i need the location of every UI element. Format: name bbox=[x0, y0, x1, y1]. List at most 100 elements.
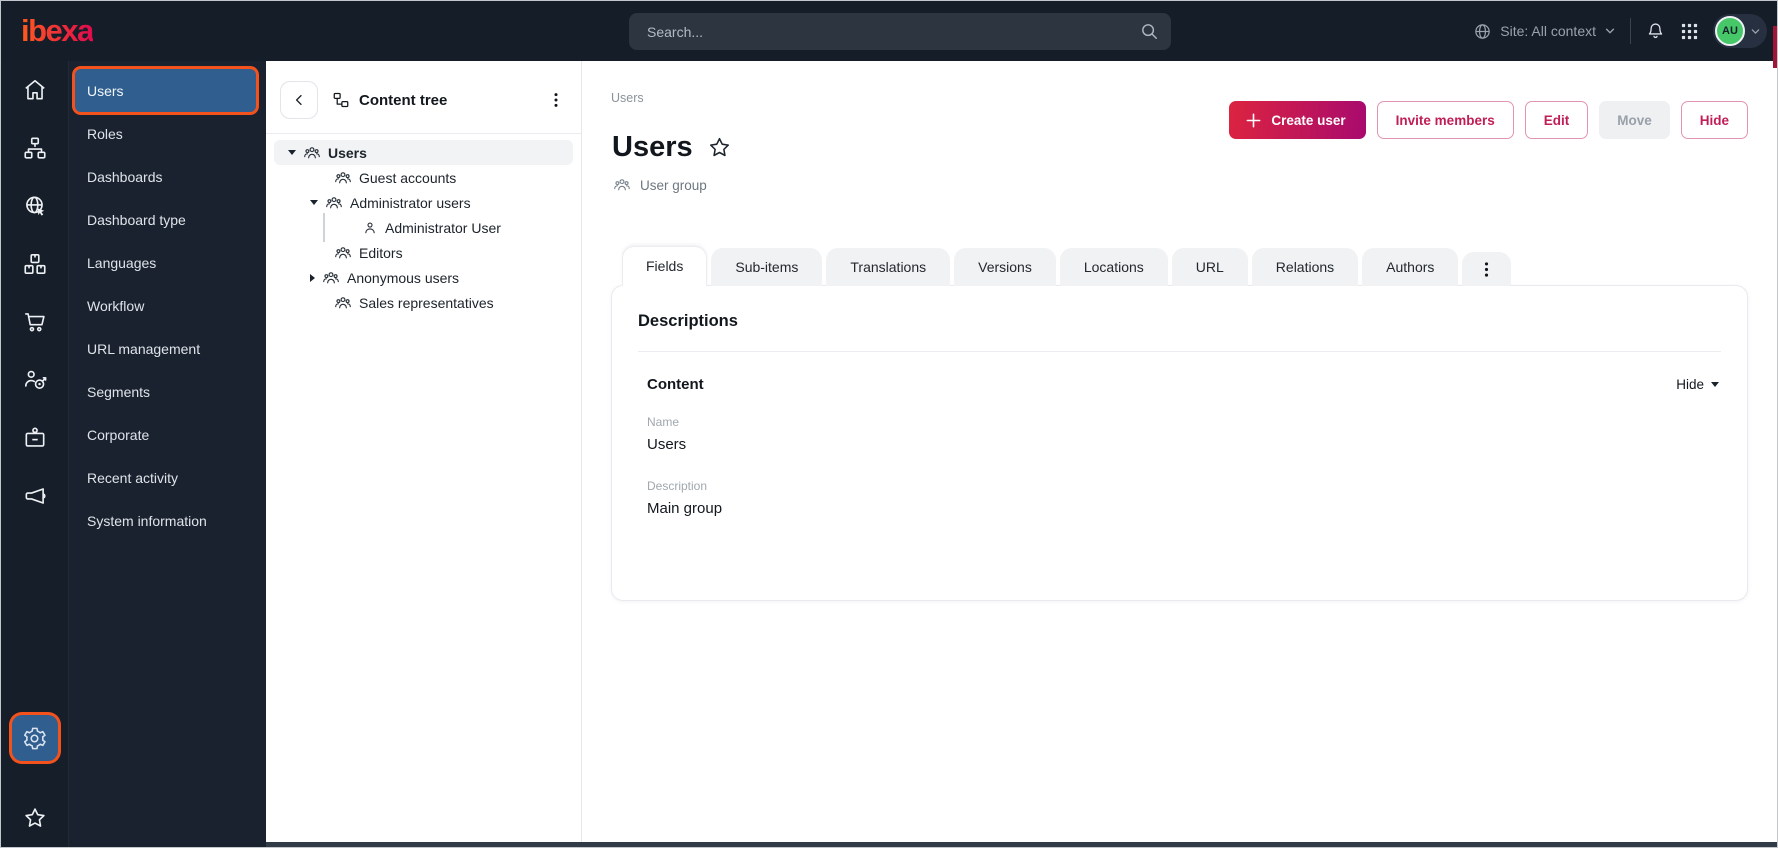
field-description: Description Main group bbox=[647, 479, 1721, 517]
personalization-target-icon[interactable] bbox=[22, 367, 48, 393]
sidebar-item-recent-activity[interactable]: Recent activity bbox=[69, 456, 266, 499]
bell-icon[interactable] bbox=[1645, 21, 1666, 42]
app-grid-icon[interactable] bbox=[1680, 22, 1699, 41]
caret-down-icon[interactable] bbox=[288, 150, 296, 155]
tab-label: Sub-items bbox=[735, 259, 799, 275]
tab-authors[interactable]: Authors bbox=[1362, 248, 1459, 286]
sidebar-item-label: Dashboard type bbox=[87, 211, 186, 228]
topbar: ibexa Site: All context bbox=[1, 1, 1777, 61]
sidebar-item-label: URL management bbox=[87, 340, 201, 357]
sidebar-item-corporate[interactable]: Corporate bbox=[69, 413, 266, 456]
sidebar-item-url-management[interactable]: URL management bbox=[69, 327, 266, 370]
corporate-badge-icon[interactable] bbox=[22, 425, 48, 451]
tree-item-users[interactable]: Users bbox=[274, 140, 573, 165]
hide-button[interactable]: Hide bbox=[1680, 101, 1748, 139]
caret-down-icon[interactable] bbox=[310, 200, 318, 205]
tab-versions[interactable]: Versions bbox=[954, 248, 1056, 286]
content-type-label: User group bbox=[640, 177, 707, 193]
horizontal-scrollbar[interactable] bbox=[266, 842, 1777, 847]
favorite-star-icon[interactable] bbox=[707, 135, 732, 160]
user-group-icon bbox=[303, 144, 321, 162]
home-icon[interactable] bbox=[22, 77, 48, 103]
settings-gear-icon[interactable] bbox=[11, 715, 58, 761]
commerce-cart-icon[interactable] bbox=[22, 309, 48, 335]
tab-label: Relations bbox=[1275, 259, 1335, 275]
caret-right-icon[interactable] bbox=[310, 273, 315, 282]
bookmarks-star-icon[interactable] bbox=[22, 805, 48, 831]
user-icon bbox=[362, 220, 378, 236]
ibexa-logo[interactable]: ibexa bbox=[21, 13, 94, 49]
collapse-label: Hide bbox=[1676, 377, 1704, 392]
globe-icon bbox=[1473, 22, 1492, 41]
tab-relations[interactable]: Relations bbox=[1251, 248, 1359, 286]
content-tree-panel: Content tree Users Guest accounts Admini… bbox=[266, 61, 582, 842]
tab-more-kebab-icon[interactable] bbox=[1462, 252, 1512, 286]
user-menu[interactable]: AU bbox=[1713, 14, 1767, 48]
hide-label: Hide bbox=[1699, 112, 1729, 128]
tab-label: URL bbox=[1195, 259, 1224, 275]
search-icon[interactable] bbox=[1139, 21, 1159, 41]
edit-button[interactable]: Edit bbox=[1524, 101, 1589, 139]
sidebar-item-system-information[interactable]: System information bbox=[69, 499, 266, 542]
tree-item-sales-representatives[interactable]: Sales representatives bbox=[274, 290, 573, 315]
vertical-scrollbar-thumb[interactable] bbox=[1773, 26, 1777, 68]
content-tree-header: Content tree bbox=[266, 61, 581, 134]
main-nav-rail bbox=[1, 61, 69, 847]
create-user-label: Create user bbox=[1271, 112, 1346, 128]
tab-translations[interactable]: Translations bbox=[826, 248, 951, 286]
collapse-toggle[interactable]: Hide bbox=[1676, 377, 1719, 392]
tab-sub-items[interactable]: Sub-items bbox=[711, 248, 823, 286]
tree-item-label: Editors bbox=[359, 244, 403, 261]
sidebar-item-workflow[interactable]: Workflow bbox=[69, 284, 266, 327]
sidebar-item-label: Dashboards bbox=[87, 168, 163, 185]
sidebar-item-roles[interactable]: Roles bbox=[69, 112, 266, 155]
invite-members-button[interactable]: Invite members bbox=[1376, 101, 1514, 139]
sidebar-item-label: Users bbox=[87, 82, 124, 99]
sidebar-item-label: Corporate bbox=[87, 426, 150, 443]
tab-label: Authors bbox=[1386, 259, 1435, 275]
user-group-icon bbox=[334, 294, 352, 312]
sidebar-item-users[interactable]: Users bbox=[75, 69, 256, 112]
site-context-selector[interactable]: Site: All context bbox=[1473, 22, 1616, 41]
tab-label: Fields bbox=[646, 258, 684, 274]
tree-item-administrator-users[interactable]: Administrator users bbox=[274, 190, 573, 215]
sidebar-item-label: Segments bbox=[87, 383, 151, 400]
move-label: Move bbox=[1617, 112, 1652, 128]
create-user-button[interactable]: Create user bbox=[1229, 101, 1366, 139]
plus-icon bbox=[1245, 112, 1262, 129]
search-input[interactable] bbox=[629, 13, 1171, 50]
kebab-menu-icon[interactable] bbox=[545, 88, 567, 112]
tab-fields[interactable]: Fields bbox=[622, 246, 708, 286]
tab-url[interactable]: URL bbox=[1171, 248, 1248, 286]
content-structure-icon[interactable] bbox=[22, 135, 48, 161]
sidebar-item-label: System information bbox=[87, 512, 207, 529]
collapse-left-icon[interactable] bbox=[280, 81, 318, 119]
tree-item-editors[interactable]: Editors bbox=[274, 240, 573, 265]
product-catalog-boxes-icon[interactable] bbox=[22, 251, 48, 277]
admin-sidebar: Users Roles Dashboards Dashboard type La… bbox=[69, 61, 266, 847]
tab-locations[interactable]: Locations bbox=[1059, 248, 1168, 286]
global-search bbox=[629, 13, 1171, 50]
tree-item-administrator-user[interactable]: Administrator User bbox=[274, 213, 573, 242]
chevron-down-icon bbox=[1604, 25, 1616, 37]
sidebar-item-dashboards[interactable]: Dashboards bbox=[69, 155, 266, 198]
move-button[interactable]: Move bbox=[1599, 101, 1670, 139]
sidebar-item-languages[interactable]: Languages bbox=[69, 241, 266, 284]
field-label: Description bbox=[647, 479, 708, 493]
marketing-megaphone-icon[interactable] bbox=[22, 483, 48, 509]
tree-item-anonymous-users[interactable]: Anonymous users bbox=[274, 265, 573, 290]
tab-label: Locations bbox=[1083, 259, 1144, 275]
tree-item-label: Guest accounts bbox=[359, 169, 457, 186]
sidebar-item-label: Languages bbox=[87, 254, 157, 271]
tree-item-guest-accounts[interactable]: Guest accounts bbox=[274, 165, 573, 190]
sidebar-item-dashboard-type[interactable]: Dashboard type bbox=[69, 198, 266, 241]
content-type-row: User group bbox=[613, 176, 1777, 194]
tree-item-label: Sales representatives bbox=[359, 294, 494, 311]
site-globe-cursor-icon[interactable] bbox=[22, 193, 48, 219]
user-group-icon bbox=[334, 169, 352, 187]
content-group-title: Content bbox=[647, 376, 704, 393]
field-label: Name bbox=[647, 415, 680, 429]
sidebar-item-segments[interactable]: Segments bbox=[69, 370, 266, 413]
site-context-label: Site: All context bbox=[1500, 23, 1596, 39]
tree-item-label: Administrator users bbox=[350, 194, 471, 211]
